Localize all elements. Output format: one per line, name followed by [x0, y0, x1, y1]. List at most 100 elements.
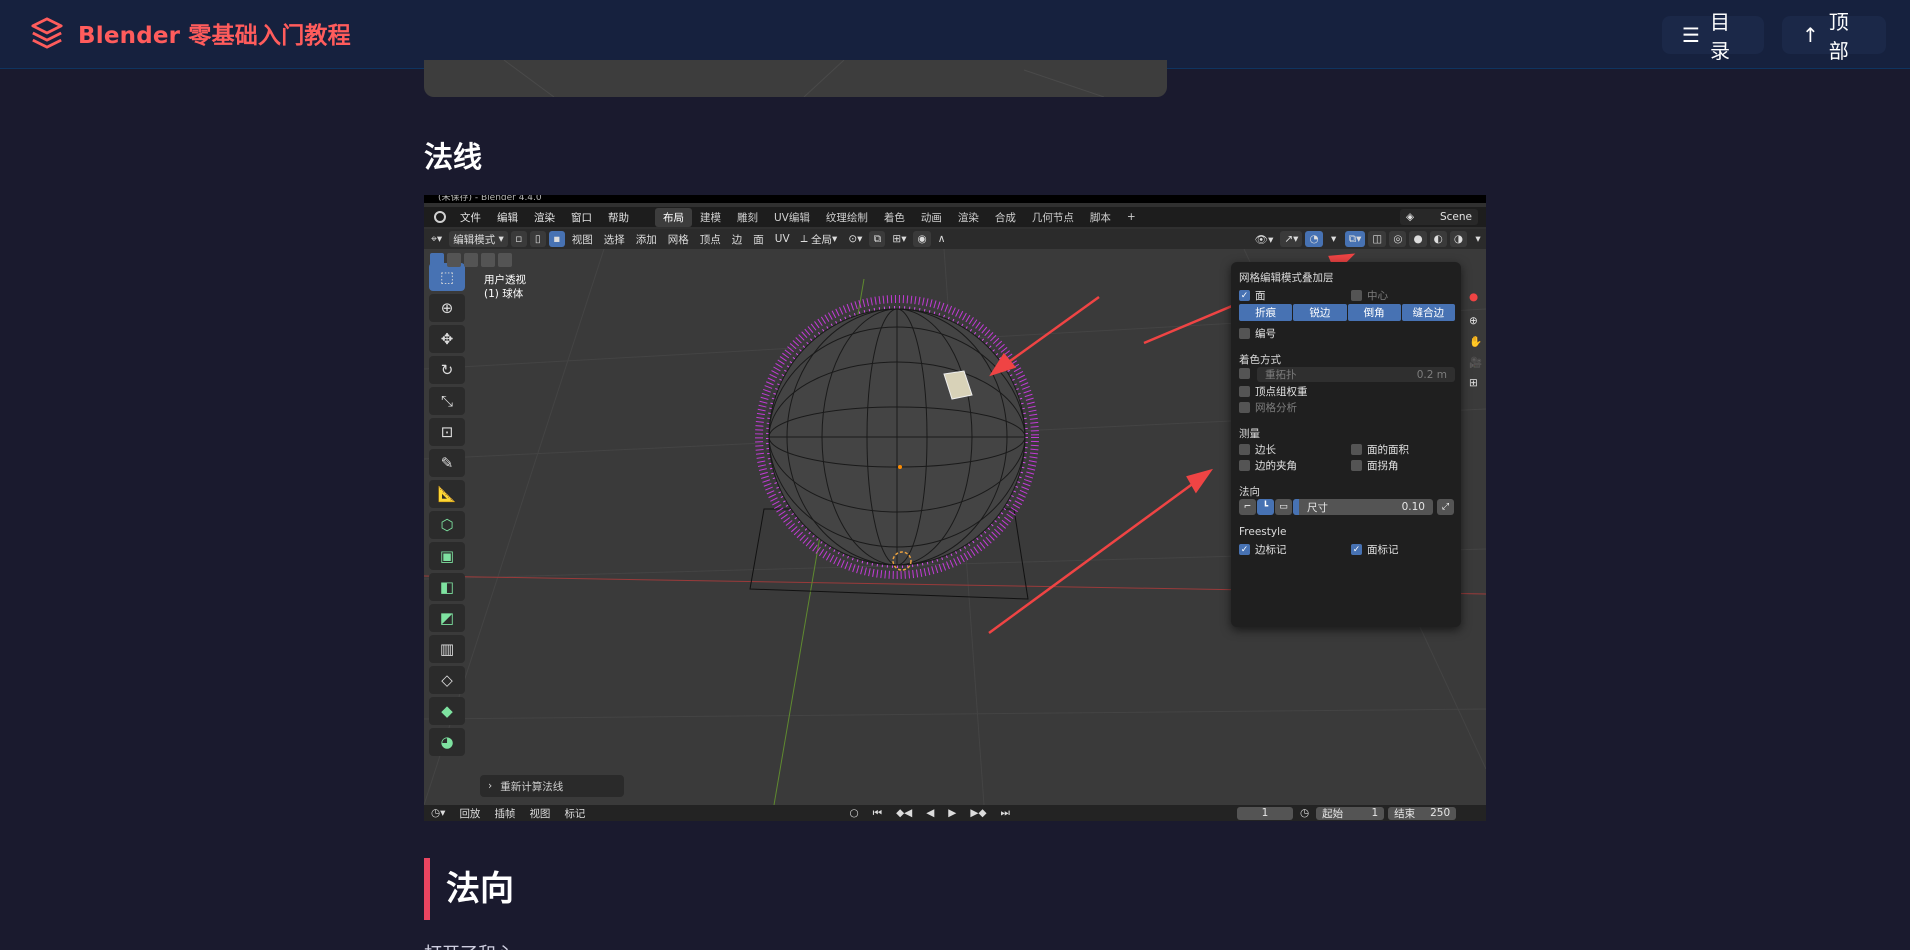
visibility-icon[interactable]: 👁▾	[1251, 231, 1278, 247]
snap-target-icon[interactable]: ⊞▾	[888, 231, 910, 247]
next-keyframe-icon[interactable]: ▶◆	[963, 807, 993, 819]
face-overlay-row[interactable]: ✓ 面	[1239, 288, 1266, 303]
prev-keyframe-icon[interactable]: ◆◀	[889, 807, 919, 819]
center-checkbox[interactable]	[1351, 290, 1362, 301]
retopology-checkbox[interactable]	[1239, 368, 1250, 379]
retopology-slider[interactable]: 重拓扑 0.2 m	[1257, 367, 1455, 382]
mesh-analysis-row[interactable]: 网格分析	[1239, 400, 1297, 415]
menu-render[interactable]: 渲染	[526, 210, 563, 225]
navigation-gizmo-icon[interactable]: ●	[1469, 291, 1486, 303]
jump-start-icon[interactable]: ⏮	[866, 807, 889, 820]
back-to-top-button[interactable]: ↑ 顶部	[1782, 10, 1886, 63]
transform-tool[interactable]: ⊡	[429, 418, 465, 446]
vertex-weight-checkbox[interactable]	[1239, 386, 1250, 397]
spin-tool[interactable]: ◕	[429, 728, 465, 756]
seam-button[interactable]: 缝合边	[1401, 304, 1455, 321]
knife-tool[interactable]: ◇	[429, 666, 465, 694]
normals-size-slider[interactable]: 尺寸 0.10	[1293, 499, 1433, 515]
timeline-editor-icon[interactable]: ◷▾	[424, 807, 452, 819]
redo-panel[interactable]: › 重新计算法线	[480, 775, 624, 797]
add-cube-tool[interactable]: ⬡	[429, 511, 465, 539]
select-invert-icon[interactable]	[481, 253, 495, 267]
material-shading-icon[interactable]: ◐	[1429, 231, 1447, 247]
mesh-overlays-icon[interactable]: ⧉▾	[1344, 231, 1366, 247]
header-menu-view[interactable]: 视图	[568, 231, 597, 247]
sharp-button[interactable]: 锐边	[1293, 304, 1347, 321]
header-menu-edge[interactable]: 边	[728, 231, 747, 247]
edge-select-icon[interactable]: ▯	[529, 231, 546, 247]
rendered-shading-icon[interactable]: ◑	[1449, 231, 1467, 247]
editor-type-icon[interactable]: ⌖▾	[427, 231, 446, 247]
menu-window[interactable]: 窗口	[563, 210, 600, 225]
workspace-tab-scripting[interactable]: 脚本	[1082, 208, 1119, 227]
jump-end-icon[interactable]: ⏭	[994, 807, 1017, 820]
header-menu-vertex[interactable]: 顶点	[696, 231, 725, 247]
timeline-menu-view[interactable]: 视图	[522, 806, 557, 821]
pan-icon[interactable]: ✋	[1469, 335, 1486, 348]
preview-range-icon[interactable]: ◷	[1293, 807, 1316, 819]
header-menu-mesh[interactable]: 网格	[664, 231, 693, 247]
workspace-tab-uv-editing[interactable]: UV编辑	[766, 208, 818, 227]
face-area-checkbox[interactable]	[1351, 444, 1362, 455]
timeline-menu-marker[interactable]: 标记	[557, 806, 592, 821]
measure-tool[interactable]: 📐	[429, 480, 465, 508]
toc-button[interactable]: ☰ 目录	[1662, 10, 1764, 63]
header-menu-uv[interactable]: UV	[771, 231, 794, 247]
select-new-icon[interactable]	[430, 253, 444, 267]
workspace-tab-modeling[interactable]: 建模	[692, 208, 729, 227]
face-normals-icon[interactable]: ▭	[1275, 499, 1292, 515]
falloff-icon[interactable]: ∧	[934, 231, 950, 247]
header-menu-select[interactable]: 选择	[600, 231, 629, 247]
edge-marks-checkbox[interactable]: ✓	[1239, 544, 1250, 555]
edge-angle-checkbox[interactable]	[1239, 460, 1250, 471]
snap-icon[interactable]: ⧉	[869, 231, 886, 247]
menu-file[interactable]: 文件	[452, 210, 489, 225]
constant-screen-size-icon[interactable]: ⤢	[1437, 499, 1454, 515]
wireframe-shading-icon[interactable]: ◎	[1389, 231, 1407, 247]
move-tool[interactable]: ✥	[429, 325, 465, 353]
add-workspace-icon[interactable]: +	[1119, 209, 1144, 225]
indices-checkbox[interactable]	[1239, 328, 1250, 339]
mesh-analysis-checkbox[interactable]	[1239, 402, 1250, 413]
crease-button[interactable]: 折痕	[1239, 304, 1293, 321]
face-area-row[interactable]: 面的面积	[1351, 442, 1409, 457]
edge-marks-row[interactable]: ✓ 边标记	[1239, 542, 1287, 557]
xray-icon[interactable]: ◫	[1368, 231, 1387, 247]
face-angle-checkbox[interactable]	[1351, 460, 1362, 471]
vertex-weight-row[interactable]: 顶点组权重	[1239, 384, 1308, 399]
face-marks-row[interactable]: ✓ 面标记	[1351, 542, 1399, 557]
start-frame-field[interactable]: 起始 1	[1316, 806, 1385, 820]
overlays-icon[interactable]: ◔	[1305, 231, 1323, 247]
select-intersect-icon[interactable]	[498, 253, 512, 267]
edge-length-row[interactable]: 边长	[1239, 442, 1276, 457]
split-normals-icon[interactable]: ┗	[1257, 499, 1274, 515]
face-select-icon[interactable]: ▪	[548, 231, 565, 247]
workspace-tab-shading[interactable]: 着色	[876, 208, 913, 227]
menu-edit[interactable]: 编辑	[489, 210, 526, 225]
gizmo-icon[interactable]: ↗▾	[1280, 231, 1303, 247]
bevel-button[interactable]: 倒角	[1347, 304, 1401, 321]
zoom-icon[interactable]: ⊕	[1469, 315, 1486, 327]
extrude-tool[interactable]: ▣	[429, 542, 465, 570]
pivot-icon[interactable]: ⊙▾	[844, 231, 866, 247]
header-menu-face[interactable]: 面	[749, 231, 768, 247]
poly-build-tool[interactable]: ◆	[429, 697, 465, 725]
timeline-menu-playback[interactable]: 回放	[452, 806, 487, 821]
rotate-tool[interactable]: ↻	[429, 356, 465, 384]
end-frame-field[interactable]: 结束 250	[1388, 806, 1457, 820]
retopology-row[interactable]	[1239, 368, 1250, 379]
edge-angle-row[interactable]: 边的夹角	[1239, 458, 1297, 473]
transform-orientation[interactable]: ⟂ 全局 ▾	[797, 231, 842, 247]
overlays-dropdown-icon[interactable]: ▾	[1326, 231, 1342, 247]
select-extend-icon[interactable]	[447, 253, 461, 267]
cursor-tool[interactable]: ⊕	[429, 294, 465, 322]
workspace-tab-layout[interactable]: 布局	[655, 207, 692, 227]
play-icon[interactable]: ▶	[941, 807, 963, 819]
workspace-tab-rendering[interactable]: 渲染	[950, 208, 987, 227]
play-reverse-icon[interactable]: ◀	[919, 807, 941, 819]
camera-icon[interactable]: 🎥	[1469, 356, 1486, 369]
autokey-icon[interactable]: ○	[842, 807, 865, 819]
bevel-tool[interactable]: ◩	[429, 604, 465, 632]
loop-cut-tool[interactable]: ▥	[429, 635, 465, 663]
indices-row[interactable]: 编号	[1239, 326, 1276, 341]
